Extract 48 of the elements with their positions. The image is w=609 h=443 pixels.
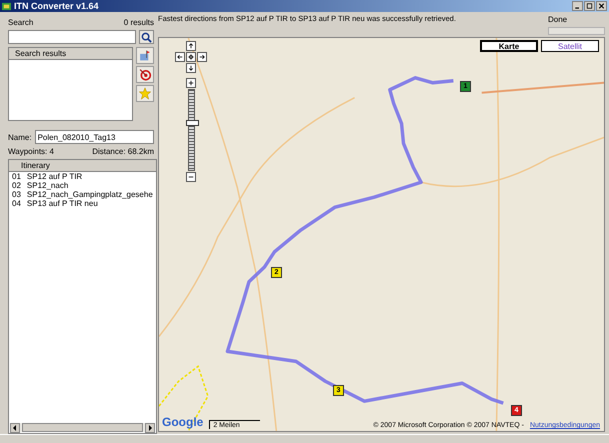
row-index: 01 — [12, 172, 21, 181]
maximize-icon — [586, 3, 593, 9]
results-count: 0 results — [124, 18, 154, 27]
scroll-right-icon[interactable] — [144, 422, 155, 432]
pan-up-button[interactable] — [186, 41, 196, 51]
close-icon — [598, 3, 605, 9]
search-results-list[interactable]: Search results — [8, 47, 133, 121]
zoom-in-button[interactable] — [186, 78, 196, 88]
map-pin-icon[interactable] — [136, 47, 154, 64]
star-icon[interactable] — [136, 85, 154, 102]
search-label: Search — [8, 18, 34, 27]
slider-thumb[interactable] — [186, 120, 198, 126]
status-text: Done — [548, 15, 568, 24]
row-index: 03 — [12, 190, 21, 199]
recenter-button[interactable] — [186, 52, 196, 62]
waypoint-name[interactable]: SP12_nach — [26, 181, 68, 190]
row-index: 02 — [12, 181, 21, 190]
name-field[interactable]: Polen_082010_Tag13 — [34, 130, 154, 144]
row-index: 04 — [12, 199, 21, 208]
scroll-left-icon[interactable] — [10, 422, 20, 432]
google-logo: Google — [162, 415, 204, 429]
waypoint-name[interactable]: SP12_nach_Gampingplatz_gesehe — [26, 190, 153, 199]
itinerary-list[interactable]: Itinerary 01 SP12 auf P TIR 02 SP12_nach 03 SP12_nach_Gampingplatz_gesehe 04 SP13 auf P TIR neu — [8, 159, 157, 434]
column-header: Itinerary — [9, 160, 156, 172]
app-icon — [2, 2, 11, 10]
waypoints-count: Waypoints: 4 — [8, 147, 54, 156]
minus-icon — [188, 174, 194, 180]
pan-left-button[interactable] — [175, 52, 185, 62]
map-type-button[interactable]: Karte — [480, 40, 538, 52]
minimize-button[interactable] — [572, 1, 583, 11]
pan-right-button[interactable] — [197, 52, 207, 62]
close-button[interactable] — [596, 1, 607, 11]
zoom-out-button[interactable] — [186, 172, 196, 182]
distance-value: Distance: 68.2km — [92, 147, 154, 156]
waypoint-name[interactable]: SP13 auf P TIR neu — [26, 199, 98, 208]
plus-icon — [188, 80, 194, 86]
scroll-thumb[interactable] — [22, 423, 143, 432]
maximize-button[interactable] — [584, 1, 595, 11]
target-icon[interactable] — [136, 66, 154, 83]
map-type-button[interactable]: Satellit — [541, 40, 599, 52]
name-label: Name: — [8, 132, 32, 142]
search-field[interactable] — [8, 30, 136, 44]
window-title: ITN Converter v1.64 — [14, 1, 100, 11]
column-header: Search results — [9, 48, 132, 60]
waypoint-name[interactable]: SP12 auf P TIR — [26, 172, 82, 181]
search-button[interactable] — [139, 30, 154, 44]
horizontal-scrollbar[interactable] — [10, 423, 155, 432]
pan-down-button[interactable] — [186, 63, 196, 73]
